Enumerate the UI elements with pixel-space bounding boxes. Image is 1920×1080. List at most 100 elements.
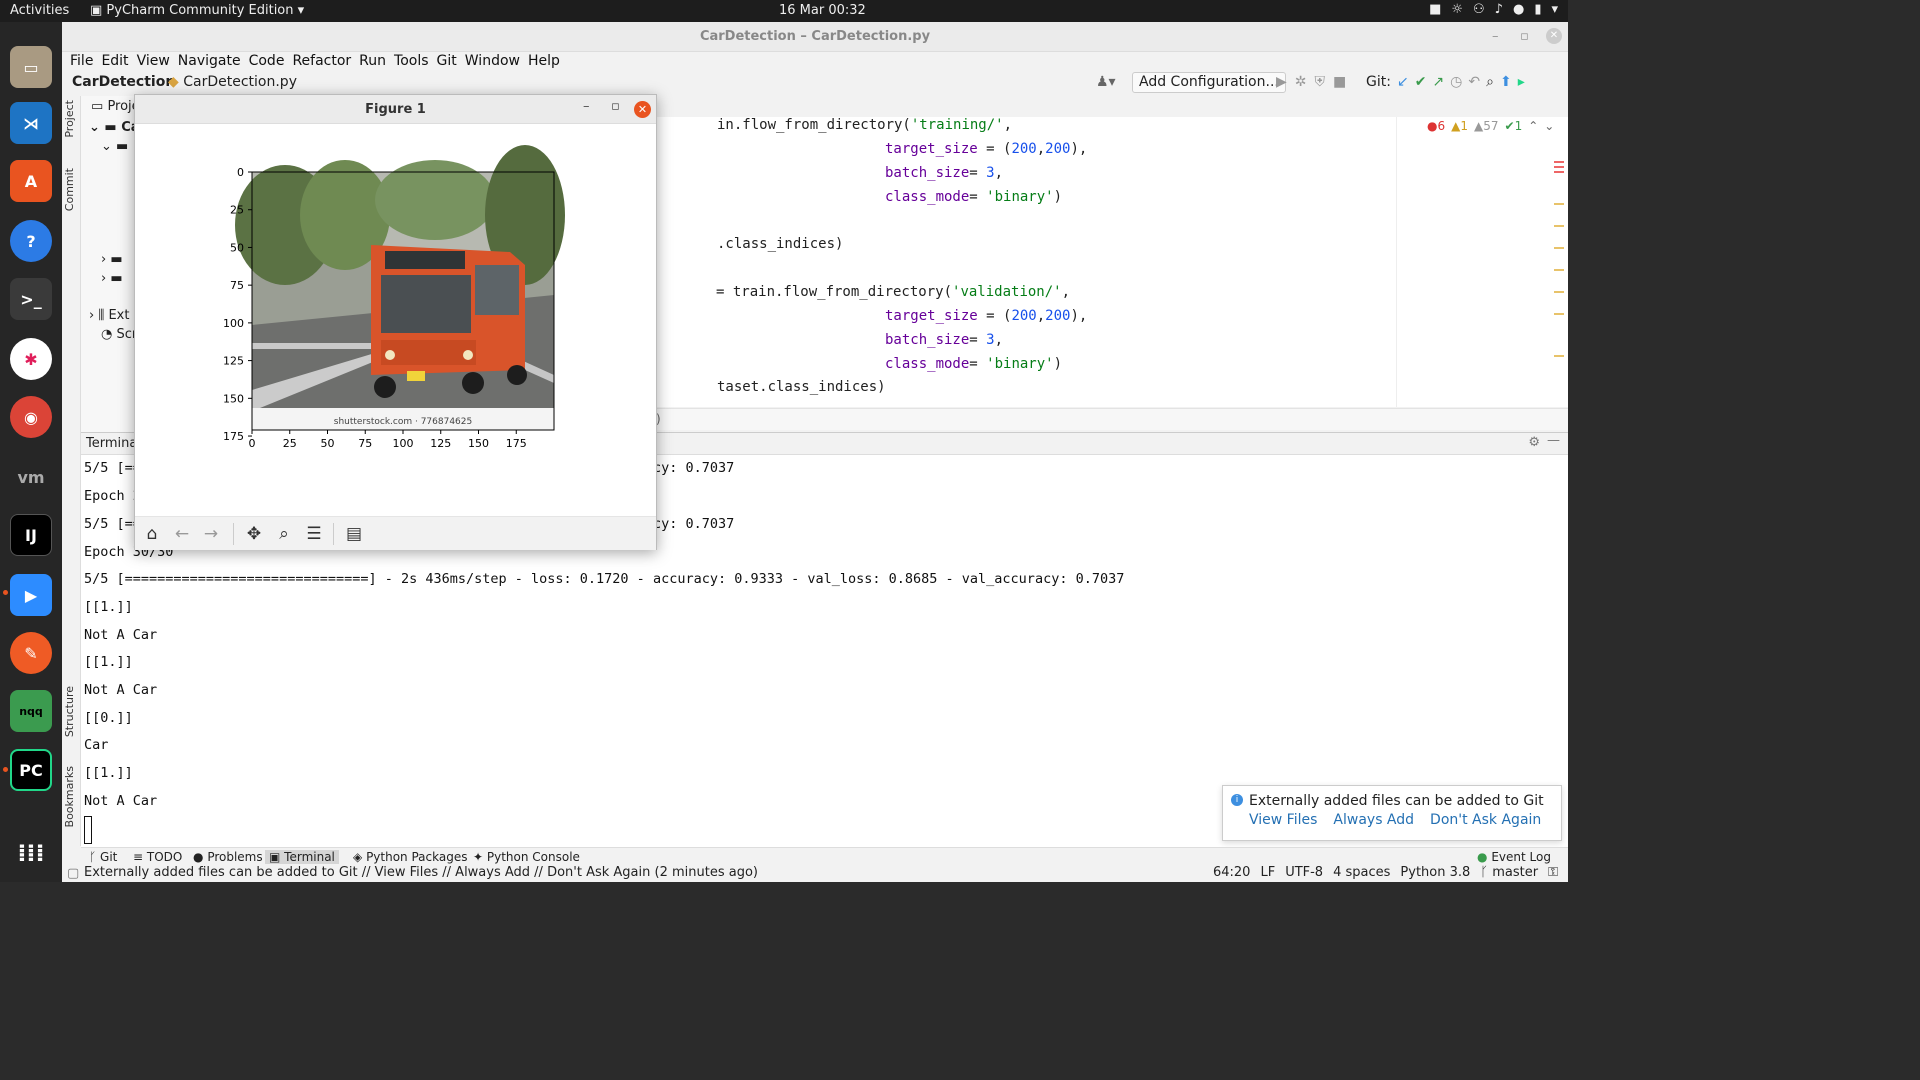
breadcrumb-project[interactable]: CarDetection — [72, 74, 175, 90]
menu-view[interactable]: View — [133, 52, 174, 74]
menu-run[interactable]: Run — [355, 52, 390, 74]
menu-navigate[interactable]: Navigate — [174, 52, 245, 74]
tab-bookmarks[interactable]: Bookmarks — [63, 766, 76, 827]
help-icon[interactable]: ? — [10, 220, 52, 262]
debug-icon[interactable]: ✲ — [1295, 74, 1307, 90]
clock[interactable]: 16 Mar 00:32 — [779, 3, 866, 18]
code-with-me-icon[interactable]: ▸ — [1518, 74, 1525, 90]
menu-git[interactable]: Git — [433, 52, 461, 74]
slack-icon[interactable]: ✱ — [10, 338, 52, 380]
system-tray[interactable]: ■ ☼ ⚇ ♪ ● ▮ ▾ — [1429, 2, 1558, 17]
always-add-link[interactable]: Always Add — [1333, 812, 1414, 828]
tool-problems[interactable]: ● Problems — [193, 850, 263, 864]
indent-setting[interactable]: 4 spaces — [1333, 865, 1390, 880]
stop-icon[interactable]: ■ — [1333, 74, 1346, 90]
window-close-button[interactable]: ✕ — [1546, 28, 1562, 44]
subplots-config-icon[interactable]: ☰ — [303, 523, 325, 545]
pycharm-icon[interactable]: PC — [10, 749, 52, 791]
minimize-panel-icon[interactable]: — — [1547, 433, 1560, 448]
intellij-icon[interactable]: IJ — [10, 514, 52, 556]
tree-item[interactable]: ⌄ ▬ — [101, 139, 128, 154]
run-icon[interactable]: ▶ — [1276, 74, 1287, 90]
gear-icon[interactable]: ⚙ — [1528, 435, 1540, 450]
dont-ask-again-link[interactable]: Don't Ask Again — [1430, 812, 1541, 828]
code-editor[interactable]: in.flow_from_directory('training/', targe… — [654, 117, 1396, 407]
update-icon[interactable]: ⬆ — [1500, 74, 1512, 90]
home-icon[interactable]: ⌂ — [141, 523, 163, 545]
terminal-icon[interactable]: >_ — [10, 278, 52, 320]
git-commit-icon[interactable]: ✔ — [1415, 74, 1427, 90]
status-toggle-icon[interactable]: ▢ — [67, 866, 79, 881]
zoom-icon[interactable]: ▶ — [10, 574, 52, 616]
tree-item[interactable]: › ▬ — [101, 252, 123, 267]
menu-tools[interactable]: Tools — [390, 52, 433, 74]
menu-code[interactable]: Code — [245, 52, 289, 74]
code-line[interactable]: batch_size= 3, — [885, 165, 1003, 181]
show-apps-icon[interactable]: ⁞⁞⁞ — [10, 832, 52, 874]
code-line[interactable]: class_mode= 'binary') — [885, 356, 1062, 372]
code-line[interactable]: batch_size= 3, — [885, 332, 1003, 348]
code-line[interactable]: taset.class_indices) — [717, 379, 886, 395]
forward-arrow-icon[interactable]: → — [200, 523, 222, 545]
tool-todo[interactable]: ≡ TODO — [133, 850, 182, 864]
code-line[interactable]: .class_indices) — [717, 236, 843, 252]
user-icon[interactable]: ♟▾ — [1096, 74, 1116, 90]
lock-icon[interactable]: ⚿ — [1548, 865, 1558, 880]
tree-item-scratches[interactable]: ◔ Scr — [101, 327, 137, 342]
notepadqq-icon[interactable]: nqq — [10, 690, 52, 732]
coverage-icon[interactable]: ⛨ — [1315, 74, 1326, 90]
figure-minimize-button[interactable]: – — [583, 99, 590, 114]
app-menu-button[interactable]: ▣ PyCharm Community Edition ▾ — [90, 3, 304, 18]
file-encoding[interactable]: UTF-8 — [1285, 865, 1323, 880]
chevron-down-icon[interactable]: ⌄ — [1544, 119, 1554, 133]
menu-help[interactable]: Help — [524, 52, 564, 74]
pan-icon[interactable]: ✥ — [243, 523, 265, 545]
breadcrumb-file[interactable]: ◆ CarDetection.py — [168, 74, 297, 90]
tool-python-console[interactable]: ✦ Python Console — [473, 850, 580, 864]
activities-button[interactable]: Activities — [10, 3, 69, 18]
code-line[interactable]: target_size = (200,200), — [885, 308, 1087, 324]
python-interpreter[interactable]: Python 3.8 — [1400, 865, 1470, 880]
tab-structure[interactable]: Structure — [63, 686, 76, 737]
tool-terminal[interactable]: ▣ Terminal — [265, 850, 339, 864]
git-rollback-icon[interactable]: ↶ — [1468, 74, 1480, 90]
window-minimize-button[interactable]: – — [1492, 22, 1499, 52]
code-line[interactable]: = train.flow_from_directory('validation/… — [716, 284, 1070, 300]
figure-maximize-button[interactable]: ▫ — [611, 99, 620, 114]
tab-project[interactable]: Project — [63, 100, 76, 138]
figure-close-button[interactable]: ✕ — [634, 101, 651, 118]
status-message[interactable]: Externally added files can be added to G… — [84, 865, 758, 880]
tool-event-log[interactable]: ● Event Log — [1477, 850, 1551, 864]
vmware-icon[interactable]: vm — [10, 456, 52, 498]
search-icon[interactable]: ⌕ — [1486, 74, 1494, 90]
software-center-icon[interactable]: A — [10, 160, 52, 202]
window-maximize-button[interactable]: ▫ — [1520, 22, 1529, 52]
error-stripe[interactable] — [1554, 157, 1564, 397]
zoom-icon[interactable]: ⌕ — [273, 523, 295, 545]
menu-edit[interactable]: Edit — [97, 52, 132, 74]
line-separator[interactable]: LF — [1260, 865, 1275, 880]
tool-git[interactable]: ᚴ Git — [89, 850, 117, 864]
save-icon[interactable]: ▤ — [343, 523, 365, 545]
tab-commit[interactable]: Commit — [63, 168, 76, 211]
project-panel-header[interactable]: ▭ Proje — [91, 99, 140, 114]
tool-python-packages[interactable]: ◈ Python Packages — [353, 850, 467, 864]
git-branch[interactable]: ᚴ master — [1480, 865, 1538, 880]
add-configuration-button[interactable]: Add Configuration... — [1132, 72, 1286, 93]
git-history-icon[interactable]: ◷ — [1450, 74, 1462, 90]
menu-file[interactable]: File — [66, 52, 97, 74]
git-push-icon[interactable]: ↗ — [1432, 74, 1444, 90]
chrome-icon[interactable]: ◉ — [10, 396, 52, 438]
tree-item[interactable]: › ▬ — [101, 271, 123, 286]
git-update-icon[interactable]: ↙ — [1397, 74, 1409, 90]
tree-item-external-libraries[interactable]: › ⫼ Ext — [89, 308, 129, 323]
menu-refactor[interactable]: Refactor — [288, 52, 355, 74]
image-plot[interactable]: shutterstock.com · 776874625 0 25 50 75 100 1… — [135, 125, 656, 515]
back-arrow-icon[interactable]: ← — [171, 523, 193, 545]
code-line[interactable]: class_mode= 'binary') — [885, 189, 1062, 205]
inspection-widget[interactable]: ●6 ▲1 ▲57 ✔1 ⌃ ⌄ — [1427, 119, 1554, 133]
chevron-up-icon[interactable]: ⌃ — [1528, 119, 1538, 133]
caret-position[interactable]: 64:20 — [1213, 865, 1250, 880]
menu-window[interactable]: Window — [461, 52, 524, 74]
vscode-icon[interactable]: ⋊ — [10, 102, 52, 144]
